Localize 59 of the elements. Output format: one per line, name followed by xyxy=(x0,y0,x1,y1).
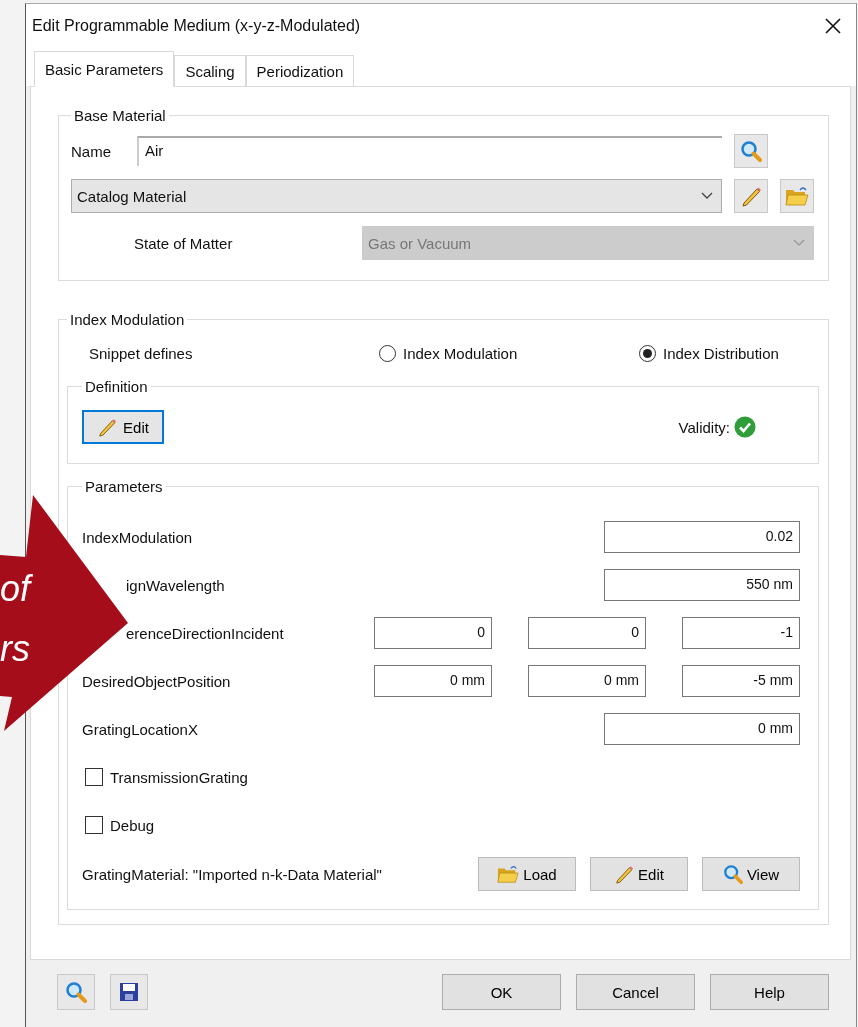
group-title: Index Modulation xyxy=(69,311,186,328)
parameter-label: GratingLocationX xyxy=(82,720,198,738)
radio-label: Index Distribution xyxy=(663,344,779,362)
parameter-label: IndexModulation xyxy=(82,528,193,546)
name-label: Name xyxy=(71,142,112,160)
parameter-label: ignWavelength xyxy=(125,576,225,594)
edit-button[interactable]: Edit xyxy=(82,410,164,444)
value-field[interactable]: -5 mm xyxy=(682,665,800,697)
save-button[interactable] xyxy=(110,974,148,1010)
group-title: Definition xyxy=(84,378,149,395)
search-icon xyxy=(740,140,762,162)
pencil-icon xyxy=(614,864,635,884)
checkbox[interactable] xyxy=(85,816,103,834)
checkbox-label: TransmissionGrating xyxy=(110,768,248,786)
snippet-label: Snippet defines xyxy=(88,344,194,362)
search-icon xyxy=(65,981,87,1003)
group-title: Parameters xyxy=(84,478,164,495)
close-icon[interactable] xyxy=(824,17,842,35)
pencil-icon xyxy=(97,417,118,437)
checkbox[interactable] xyxy=(85,768,103,786)
value-field[interactable]: 0 mm xyxy=(528,665,646,697)
parameter-label: erenceDirectionIncident xyxy=(125,624,284,642)
value-field[interactable]: 0.02 xyxy=(604,521,800,553)
window-title: Edit Programmable Medium (x-y-z-Modulated) xyxy=(32,17,361,35)
edit-button[interactable] xyxy=(734,179,768,213)
view-button[interactable]: View xyxy=(702,857,800,891)
dialog-button[interactable]: OK xyxy=(442,974,561,1010)
group-title: Base Material xyxy=(73,107,167,124)
checkbox-label: Debug xyxy=(110,816,155,834)
dialog-button[interactable]: Help xyxy=(710,974,829,1010)
chevron-icon xyxy=(701,192,713,200)
tab[interactable]: Periodization xyxy=(245,55,355,87)
radio-label: Index Modulation xyxy=(403,344,518,362)
value-field[interactable]: 0 xyxy=(374,617,492,649)
load-button[interactable]: Load xyxy=(478,857,576,891)
tab[interactable]: Basic Parameters xyxy=(34,51,175,87)
search-icon xyxy=(722,864,743,884)
validity-label: Validity: xyxy=(678,418,730,436)
dialog-button[interactable]: Cancel xyxy=(576,974,695,1010)
material-dropdown[interactable]: Catalog Material xyxy=(71,179,722,213)
state-label: State of Matter xyxy=(133,234,234,252)
value-field[interactable]: 0 mm xyxy=(604,713,800,745)
value-field[interactable]: 0 xyxy=(528,617,646,649)
parameter-label: DesiredObjectPosition xyxy=(82,672,231,690)
search-button[interactable] xyxy=(57,974,95,1010)
edit-button[interactable]: Edit xyxy=(590,857,688,891)
tab[interactable]: Scaling xyxy=(174,55,246,87)
value-field[interactable]: -1 xyxy=(682,617,800,649)
value-field[interactable]: 0 mm xyxy=(374,665,492,697)
value-field[interactable]: 550 nm xyxy=(604,569,800,601)
callout-text: of xyxy=(0,568,31,610)
search-button[interactable] xyxy=(734,134,768,168)
material-label: GratingMaterial: "Imported n-k-Data Material" xyxy=(82,865,382,883)
folder-icon xyxy=(497,863,520,885)
pencil-icon xyxy=(740,185,762,207)
chevron-icon xyxy=(793,239,805,247)
save-icon xyxy=(118,981,140,1003)
name-field[interactable]: Air xyxy=(137,136,722,166)
callout-text: rs xyxy=(0,628,30,670)
